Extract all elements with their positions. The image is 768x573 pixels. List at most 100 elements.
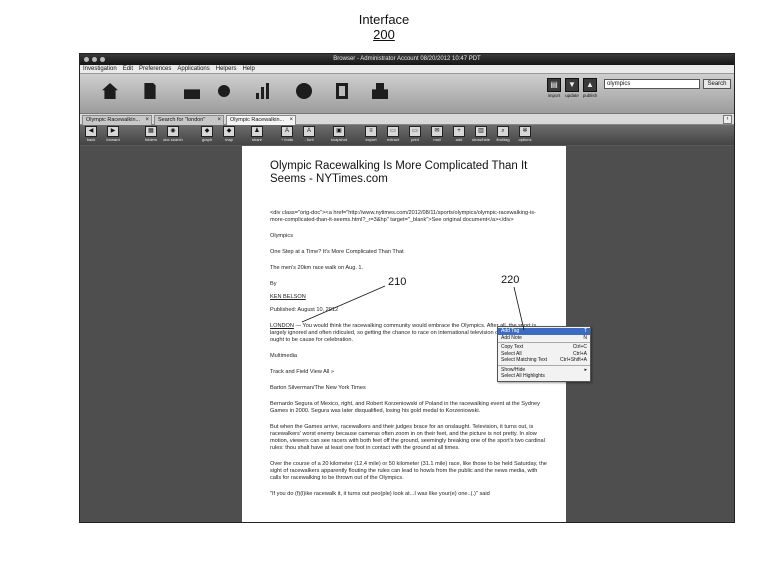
subhead: The men's 20km race walk on Aug. 1. xyxy=(270,265,364,271)
snapshot-button[interactable]: ▣ snapshot xyxy=(328,126,350,143)
tab-olympic-racewalking-1[interactable]: Olympic Racewalkin... × xyxy=(82,115,152,125)
chart-icon[interactable] xyxy=(256,83,272,99)
submenu-arrow-icon: ▸ xyxy=(584,366,587,373)
author-name: KEN BELSON xyxy=(270,294,306,300)
figure-caption: Interface 200 xyxy=(0,12,768,42)
publish-icon: ▲ xyxy=(586,80,594,89)
menu-edit[interactable]: Edit xyxy=(123,65,133,73)
content-area: Olympic Racewalking Is More Complicated … xyxy=(80,146,734,522)
reference-label-220: 220 xyxy=(501,274,520,286)
update-label: update xyxy=(565,93,579,98)
source-html[interactable]: <div class="orig-doc"><a href="http://ww… xyxy=(270,210,550,224)
map-icon: ◆ xyxy=(223,126,235,137)
minimize-window-button[interactable] xyxy=(92,57,97,62)
storage-icon[interactable] xyxy=(336,83,348,99)
search-button[interactable]: Search xyxy=(703,79,731,89)
update-icon: ▼ xyxy=(568,80,576,89)
browser-window: Browser - Administrator Account 08/20/20… xyxy=(79,53,735,523)
document-icon[interactable] xyxy=(144,83,156,99)
photo-credit: Barton Silverman/The New York Times xyxy=(270,385,366,391)
graph-icon: ◆ xyxy=(201,126,213,137)
forward-button[interactable]: ▶ forward xyxy=(102,126,124,143)
section-label: Olympics xyxy=(270,233,293,239)
menu-item-select-matching-text[interactable]: Select Matching Text Ctrl+Shift+A xyxy=(498,357,590,364)
back-button[interactable]: ◀ back xyxy=(80,126,102,143)
headline: One Step at a Time? It's More Complicate… xyxy=(270,249,404,255)
publish-label: publish xyxy=(582,93,598,98)
photo-caption: Bernardo Segura of Mexico, right, and Ro… xyxy=(270,401,540,414)
title-bar: Browser - Administrator Account 08/20/20… xyxy=(80,54,734,65)
menu-help[interactable]: Help xyxy=(242,65,254,73)
publish-button[interactable]: ▲ xyxy=(583,78,597,92)
menu-separator xyxy=(498,342,590,343)
doc-search-button[interactable]: ◉ doc search xyxy=(162,126,184,143)
body-paragraph: Over the course of a 20 kilometer (12.4 … xyxy=(270,461,547,481)
document-toolbar: ◀ back ▶ forward ▦ folders ◉ doc search ◆ gra… xyxy=(80,125,734,145)
import-icon: ▤ xyxy=(550,80,558,89)
window-title: Browser - Administrator Account 08/20/20… xyxy=(333,56,481,62)
share-icon: ♟ xyxy=(251,126,263,137)
folders-icon: ▦ xyxy=(145,126,157,137)
options-button[interactable]: ✲ options xyxy=(514,126,536,143)
forward-icon: ▶ xyxy=(107,126,119,137)
close-tab-icon[interactable]: × xyxy=(289,116,293,125)
share-button[interactable]: ♟ share xyxy=(246,126,268,143)
context-menu: Add Tag T Add Note N Copy Text Ctrl+C Selec… xyxy=(497,326,591,382)
folders-button[interactable]: ▦ folders xyxy=(140,126,162,143)
graph-button[interactable]: ◆ graph xyxy=(196,126,218,143)
font-decrease-button[interactable]: A- font xyxy=(298,126,320,143)
doc-search-icon: ◉ xyxy=(167,126,179,137)
users-icon[interactable] xyxy=(372,83,388,99)
update-button[interactable]: ▼ xyxy=(565,78,579,92)
snapshot-icon: ▣ xyxy=(333,126,345,137)
tab-search-london[interactable]: Search for "london" × xyxy=(154,115,224,125)
font-increase-button[interactable]: A + fonts xyxy=(276,126,298,143)
timeline-icon[interactable] xyxy=(218,85,230,97)
close-tab-icon[interactable]: × xyxy=(145,116,149,125)
extract-icon: ▭ xyxy=(387,126,399,137)
figure-number: 200 xyxy=(373,27,395,42)
reference-label-210: 210 xyxy=(388,276,407,288)
window-controls xyxy=(84,57,105,62)
add-button[interactable]: + add xyxy=(448,126,470,143)
menu-item-add-note[interactable]: Add Note N xyxy=(498,335,590,342)
tab-label: Olympic Racewalkin... xyxy=(86,117,141,123)
figure-title: Interface xyxy=(358,12,410,27)
published-date: Published: August 10, 2012 xyxy=(270,307,339,313)
tab-label: Olympic Racewalkin... xyxy=(230,117,285,123)
close-tab-icon[interactable]: × xyxy=(217,116,221,125)
show-hide-button[interactable]: ▥ show/hide xyxy=(470,126,492,143)
globe-icon[interactable] xyxy=(296,83,312,99)
selected-text-london[interactable]: LONDON xyxy=(270,323,294,329)
print-button[interactable]: ▭ print xyxy=(404,126,426,143)
mail-button[interactable]: ✉ mail xyxy=(426,126,448,143)
menu-item-select-all-highlights[interactable]: Select All Highlights xyxy=(498,373,590,380)
map-button[interactable]: ◆ map xyxy=(218,126,240,143)
menu-preferences[interactable]: Preferences xyxy=(139,65,171,73)
menu-helpers[interactable]: Helpers xyxy=(216,65,237,73)
find-tag-button[interactable]: ⌕ find/tag xyxy=(492,126,514,143)
close-window-button[interactable] xyxy=(84,57,89,62)
font-increase-icon: A xyxy=(281,126,293,137)
body-paragraph: But when the Games arrive, racewalkers a… xyxy=(270,424,545,451)
tab-scroll-button[interactable]: › xyxy=(723,115,732,124)
menu-applications[interactable]: Applications xyxy=(177,65,209,73)
font-decrease-icon: A xyxy=(303,126,315,137)
person-desk-icon[interactable] xyxy=(184,89,200,99)
export-button[interactable]: ≡ export xyxy=(360,126,382,143)
tab-label: Search for "london" xyxy=(158,117,206,123)
extract-button[interactable]: ▭ extract xyxy=(382,126,404,143)
menu-bar: Investigation Edit Preferences Applicati… xyxy=(80,65,734,74)
maximize-window-button[interactable] xyxy=(100,57,105,62)
search-input[interactable]: olympics xyxy=(604,79,700,89)
options-icon: ✲ xyxy=(519,126,531,137)
home-icon[interactable] xyxy=(102,83,118,99)
tab-bar: Olympic Racewalkin... × Search for "londo… xyxy=(80,114,734,125)
menu-investigation[interactable]: Investigation xyxy=(83,65,117,73)
import-label: import xyxy=(547,93,561,98)
mail-icon: ✉ xyxy=(431,126,443,137)
document-title: Olympic Racewalking Is More Complicated … xyxy=(270,160,528,185)
import-button[interactable]: ▤ xyxy=(547,78,561,92)
menu-separator xyxy=(498,364,590,366)
tab-olympic-racewalking-2[interactable]: Olympic Racewalkin... × xyxy=(226,115,296,125)
